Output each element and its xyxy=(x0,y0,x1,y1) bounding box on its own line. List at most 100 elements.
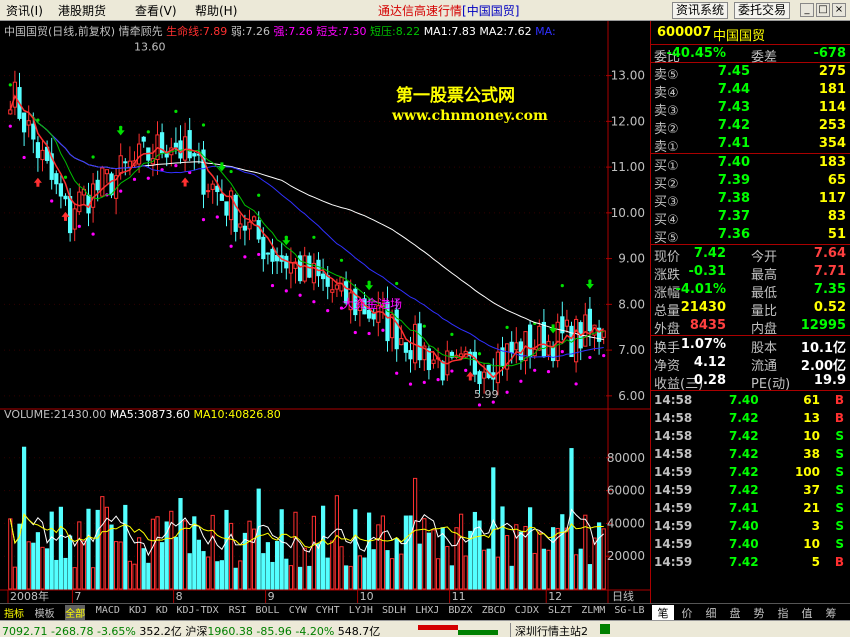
quote-tab[interactable]: 势 xyxy=(748,605,770,621)
support-dot xyxy=(326,309,330,313)
close-icon[interactable]: × xyxy=(832,3,846,17)
support-dot xyxy=(215,215,219,219)
candle-body xyxy=(399,338,404,346)
maximize-icon[interactable]: □ xyxy=(816,3,830,17)
volume-bar xyxy=(541,548,547,590)
fundamentals: 换手 1.07% 股本 10.1亿 净资 4.12 流通 2.00亿 收益(三) 0.28 PE(动… xyxy=(651,336,850,392)
tab-lyjh[interactable]: LYJH xyxy=(349,605,373,616)
tab-cyht[interactable]: CYHT xyxy=(316,605,340,616)
quote-tab[interactable]: 细 xyxy=(700,605,722,621)
candle-body xyxy=(481,371,487,379)
support-dot xyxy=(408,382,413,386)
tab-[interactable]: 模板 xyxy=(35,605,55,620)
tab-[interactable]: 指标 xyxy=(4,605,24,620)
menu-hk-futures[interactable]: 港股期货 xyxy=(58,2,106,19)
support-dot xyxy=(22,155,26,160)
tick-list[interactable]: 14:58 7.40 61 B 14:58 7.42 13 B 14:58 7.42 10 S 14:5… xyxy=(651,391,850,571)
quote-tab[interactable]: 盘 xyxy=(724,605,746,621)
volume-bar xyxy=(288,565,294,590)
quote-tab[interactable]: 筹 xyxy=(820,605,842,621)
volume-bar xyxy=(31,542,36,590)
tab-sglb[interactable]: SG-LB xyxy=(614,605,644,616)
tick-side: S xyxy=(835,465,844,479)
tick-time: 14:59 xyxy=(654,483,693,497)
lifeline-value: 7.89 xyxy=(202,25,228,38)
candle-body xyxy=(537,325,542,351)
month-label: 8 xyxy=(176,590,183,603)
tick-time: 14:59 xyxy=(654,537,693,551)
watermark-title: 第一股票公式网 xyxy=(396,86,515,106)
volume-bar xyxy=(113,541,119,590)
price-stats: 现价 7.42 今开 7.64 涨跌 -0.31 最高 7.71 涨幅 -4.01% 最低 7.35 总… xyxy=(651,245,850,337)
candle-body xyxy=(54,173,59,185)
resistance-dot xyxy=(201,123,206,127)
kline-chart-area[interactable]: 13.00 12.00 11.00 10.00 9.00 8.00 7.00 6.00 8000… xyxy=(0,21,650,603)
volume-bar xyxy=(592,537,597,590)
tab-zbcd[interactable]: ZBCD xyxy=(482,605,506,616)
menu-help[interactable]: 帮助(H) xyxy=(195,2,237,19)
candle-body xyxy=(394,309,399,350)
support-dot xyxy=(574,382,578,386)
tab-kdj[interactable]: KDJ xyxy=(129,605,147,616)
volume-bar xyxy=(54,559,59,590)
tick-price: 7.42 xyxy=(729,429,759,443)
hs-change: -85.96 xyxy=(256,625,292,637)
ask-volume: 275 xyxy=(818,64,846,79)
tab-rsi[interactable]: RSI xyxy=(229,605,247,616)
tick-row: 14:58 7.40 61 B xyxy=(651,391,850,409)
candle-body xyxy=(210,183,215,190)
info-system-button[interactable]: 资讯系统 xyxy=(672,2,729,19)
resistance-dot xyxy=(395,281,399,286)
tab-macd[interactable]: MACD xyxy=(96,605,120,616)
quote-tab[interactable]: 价 xyxy=(676,605,698,621)
quote-tab[interactable]: 值 xyxy=(796,605,818,621)
candle-body xyxy=(509,341,514,354)
volume-bar xyxy=(518,531,524,590)
ask-volume: 253 xyxy=(818,118,846,133)
tab-zlmm[interactable]: ZLMM xyxy=(581,605,605,616)
support-dot xyxy=(533,368,537,372)
tab-sdlh[interactable]: SDLH xyxy=(382,605,406,616)
ma1-value: 7.83 xyxy=(451,25,476,38)
support-dot xyxy=(477,403,482,407)
support-dot xyxy=(560,350,564,354)
candle-body xyxy=(587,308,593,332)
volume-bar xyxy=(233,567,238,590)
tab-kdjtdx[interactable]: KDJ-TDX xyxy=(177,605,219,616)
kline-chart[interactable]: 13.00 12.00 11.00 10.00 9.00 8.00 7.00 6.00 8000… xyxy=(0,21,650,603)
tab-[interactable]: 全部 xyxy=(65,605,86,620)
menu-view[interactable]: 查看(V) xyxy=(135,2,177,19)
quote-tab[interactable]: 笔 xyxy=(652,605,674,621)
ma3-label: MA: xyxy=(535,25,556,38)
tab-boll[interactable]: BOLL xyxy=(256,605,280,616)
month-label: 2008年 xyxy=(10,589,49,603)
ratio-value: -40.45% xyxy=(666,46,726,61)
tick-price: 7.41 xyxy=(729,501,759,515)
tick-time: 14:59 xyxy=(654,501,693,515)
tab-cjdx[interactable]: CJDX xyxy=(515,605,539,616)
trade-button[interactable]: 委托交易 xyxy=(734,2,791,19)
short-support-value: 7.30 xyxy=(341,25,367,38)
tab-kd[interactable]: KD xyxy=(156,605,168,616)
volume-bar xyxy=(334,495,340,590)
resistance-dot xyxy=(91,155,95,159)
menu-info[interactable]: 资讯(I) xyxy=(6,2,43,19)
candle-body xyxy=(21,112,27,133)
tab-bdzx[interactable]: BDZX xyxy=(448,605,472,616)
tab-lhxj[interactable]: LHXJ xyxy=(415,605,439,616)
ask-level-label: 卖① xyxy=(654,140,679,155)
tab-cyw[interactable]: CYW xyxy=(289,605,307,616)
chart-title: 中国国贸(日线,前复权) xyxy=(4,25,116,38)
volume-bar xyxy=(81,540,87,590)
volume-bar xyxy=(261,553,266,590)
volume-bar xyxy=(463,555,468,590)
tab-slzt[interactable]: SLZT xyxy=(548,605,572,616)
quote-tab[interactable]: 指 xyxy=(772,605,794,621)
candle-body xyxy=(67,196,73,234)
volume-bar xyxy=(348,565,353,590)
ma1-label: MA1: xyxy=(423,25,452,38)
ask-book: 卖⑤ 7.45 275 卖④ 7.44 181 卖③ 7.43 114 卖② 7.42 253 卖① 7.… xyxy=(651,63,850,155)
minimize-icon[interactable]: _ xyxy=(800,3,814,17)
tick-price: 7.42 xyxy=(729,411,759,425)
period-label: 日线 xyxy=(612,589,634,603)
